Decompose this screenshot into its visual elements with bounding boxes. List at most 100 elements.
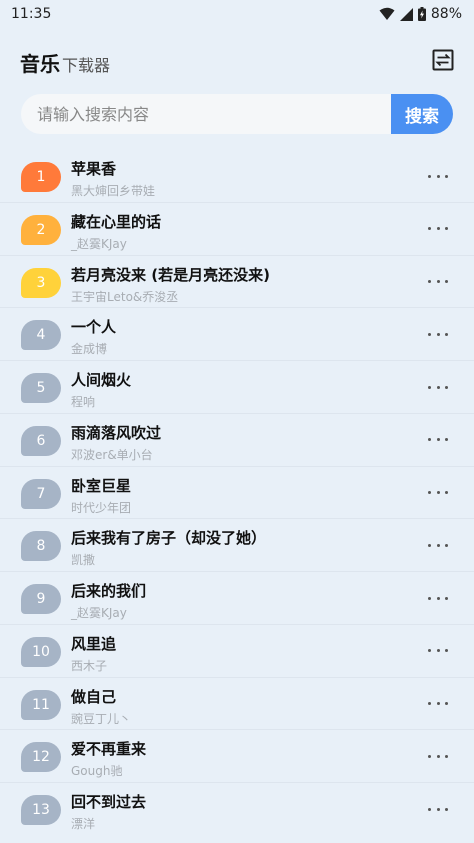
- song-title: 爱不再重来: [71, 740, 147, 759]
- song-artist: 西木子: [71, 658, 108, 673]
- battery-level: 88%: [430, 6, 462, 22]
- rank-badge: 4: [21, 320, 61, 351]
- song-row[interactable]: 10 风里追西木子: [0, 625, 474, 678]
- search-button[interactable]: 搜索: [391, 94, 453, 134]
- song-title: 卧室巨星: [71, 476, 132, 495]
- song-title: 人间烟火: [71, 371, 132, 389]
- more-options-icon[interactable]: [428, 168, 448, 184]
- rank-badge: 10: [21, 636, 61, 667]
- more-dot: [445, 438, 448, 442]
- more-dot: [445, 807, 448, 811]
- song-row[interactable]: 4 一个人金成博: [0, 308, 474, 361]
- more-dot: [436, 385, 440, 389]
- more-dot: [428, 280, 431, 283]
- status-icons: 88%: [379, 6, 462, 22]
- song-artist: 漂洋: [71, 817, 96, 831]
- song-row[interactable]: 8 后来我有了房子（却没了她） 凯撒: [0, 519, 474, 572]
- more-options-icon[interactable]: [428, 590, 448, 606]
- song-artist: _赵霙KJay: [71, 606, 127, 620]
- song-artist: _赵霙KJay: [71, 236, 127, 251]
- song-title: 若月亮没来 (若是月亮还没来): [71, 265, 270, 284]
- rank-badge: 5: [21, 373, 61, 403]
- app-subtitle: 下载器: [62, 55, 111, 75]
- more-dot: [428, 754, 431, 758]
- switch-button[interactable]: [432, 49, 454, 71]
- song-row[interactable]: 7 卧室巨星时代少年团: [0, 467, 474, 520]
- more-dot: [428, 702, 431, 705]
- more-dot: [428, 385, 431, 389]
- song-title: 风里追: [71, 634, 117, 653]
- rank-badge: 6: [21, 425, 61, 456]
- more-dot: [436, 174, 440, 178]
- song-row[interactable]: 1 苹果香 黑大婶回乡带娃: [0, 150, 474, 203]
- song-title: 后来我有了房子（却没了她）: [71, 529, 267, 548]
- song-artist: 程响: [71, 395, 96, 409]
- song-artist: 金成博: [71, 342, 108, 357]
- song-artist: 凯撒: [71, 553, 96, 568]
- song-artist: 邓波er&单小台: [71, 447, 153, 462]
- song-title: 藏在心里的话: [71, 212, 162, 231]
- more-dot: [436, 280, 440, 283]
- rank-badge: 8: [21, 531, 61, 562]
- song-artist: 豌豆丁儿丶: [71, 711, 132, 726]
- more-dot: [428, 543, 431, 547]
- more-options-icon[interactable]: [428, 696, 448, 712]
- more-dot: [436, 227, 440, 231]
- more-options-icon[interactable]: [428, 379, 448, 395]
- song-row[interactable]: 5 人间烟火程响: [0, 361, 474, 414]
- more-dot: [428, 332, 431, 336]
- song-list: 1 苹果香 黑大婶回乡带娃 2 藏在心里的话 _赵霙KJay 3 若月亮没来 (若是月亮还没来…: [0, 150, 474, 836]
- more-dot: [445, 491, 448, 494]
- switch-icon: [432, 49, 454, 71]
- song-artist: Gough驰: [71, 764, 123, 779]
- more-dot: [445, 280, 448, 283]
- rank-badge: 3: [21, 267, 61, 298]
- more-dot: [428, 649, 431, 653]
- song-title: 一个人: [71, 318, 117, 337]
- rank-badge: 9: [21, 584, 61, 614]
- more-dot: [436, 807, 440, 811]
- more-options-icon[interactable]: [428, 537, 448, 553]
- wifi-icon: [379, 7, 395, 20]
- song-row[interactable]: 11 做自己 豌豆丁儿丶: [0, 678, 474, 731]
- status-time: 11:35: [11, 6, 52, 22]
- more-options-icon[interactable]: [428, 326, 448, 342]
- more-dot: [436, 543, 440, 547]
- song-row[interactable]: 9 后来的我们 _赵霙KJay: [0, 572, 474, 625]
- more-options-icon[interactable]: [428, 221, 448, 237]
- more-options-icon[interactable]: [428, 485, 448, 501]
- more-dot: [428, 491, 431, 494]
- more-options-icon[interactable]: [428, 801, 448, 817]
- song-title: 苹果香: [71, 160, 117, 178]
- song-row[interactable]: 12 爱不再重来 Gough驰: [0, 730, 474, 783]
- battery-charging-icon: [417, 7, 426, 21]
- more-dot: [436, 491, 440, 494]
- rank-badge: 2: [21, 214, 61, 245]
- signal-icon: [399, 7, 413, 21]
- rank-badge: 7: [21, 478, 61, 509]
- more-options-icon[interactable]: [428, 643, 448, 659]
- more-dot: [436, 332, 440, 336]
- more-dot: [445, 596, 448, 600]
- more-options-icon[interactable]: [428, 274, 448, 290]
- more-dot: [428, 438, 431, 442]
- more-dot: [436, 754, 440, 758]
- more-options-icon[interactable]: [428, 748, 448, 764]
- more-dot: [445, 543, 448, 547]
- more-dot: [445, 174, 448, 178]
- more-dot: [428, 596, 431, 600]
- song-title: 后来的我们: [71, 582, 147, 600]
- search-input[interactable]: [21, 94, 391, 134]
- more-options-icon[interactable]: [428, 432, 448, 448]
- song-row[interactable]: 3 若月亮没来 (若是月亮还没来) 王宇宙Leto&乔浚丞: [0, 256, 474, 309]
- app-header: 音乐 下载器: [0, 44, 474, 80]
- more-dot: [445, 227, 448, 231]
- search-bar: 搜索: [21, 94, 453, 134]
- more-dot: [445, 754, 448, 758]
- song-row[interactable]: 2 藏在心里的话 _赵霙KJay: [0, 203, 474, 256]
- song-artist: 时代少年团: [71, 500, 132, 515]
- song-row[interactable]: 13 回不到过去 漂洋: [0, 783, 474, 836]
- song-row[interactable]: 6 雨滴落风吹过 邓波er&单小台: [0, 414, 474, 467]
- more-dot: [428, 174, 431, 178]
- song-artist: 黑大婶回乡带娃: [71, 184, 156, 198]
